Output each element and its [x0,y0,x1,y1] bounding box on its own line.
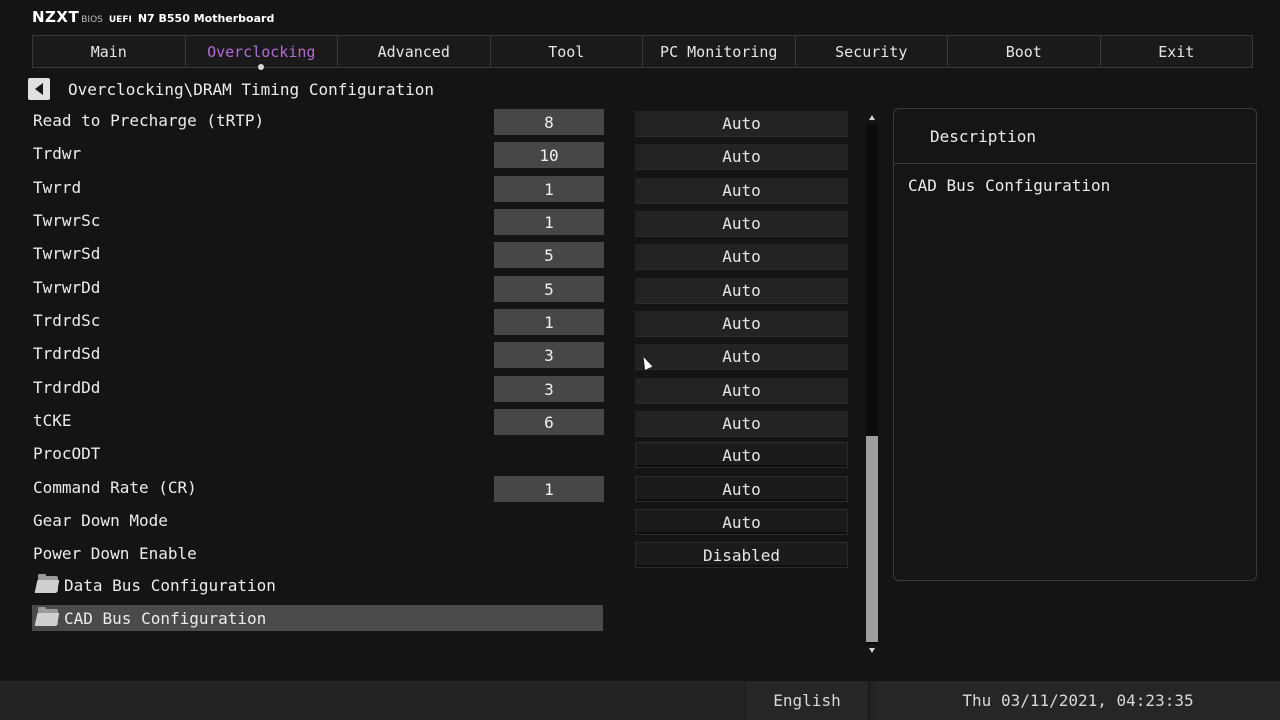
date-time: Thu 03/11/2021, 04:23:35 [876,681,1280,720]
setting-row[interactable]: TwrwrSc 1 Auto [32,209,852,237]
tab-security[interactable]: Security [796,36,948,67]
setting-row[interactable]: Gear Down Mode Auto [32,509,852,535]
brand: NZXT BIOS UEFI N7 B550 Motherboard [32,8,274,26]
setting-current-value: 5 [494,276,604,302]
setting-label: Command Rate (CR) [33,478,197,497]
setting-option[interactable]: Auto [635,278,848,304]
setting-label: Gear Down Mode [33,511,168,530]
setting-option[interactable]: Auto [635,442,848,468]
setting-option[interactable]: Auto [635,344,848,370]
setting-option[interactable]: Auto [635,509,848,535]
setting-option[interactable]: Auto [635,111,848,137]
language-selector[interactable]: English [745,681,870,720]
scroll-down-icon[interactable] [869,648,875,653]
setting-row[interactable]: TwrwrSd 5 Auto [32,242,852,270]
setting-option[interactable]: Auto [635,378,848,404]
left-arrow-icon [35,83,43,95]
nzxt-logo: NZXT [32,8,80,26]
setting-row[interactable]: TwrwrDd 5 Auto [32,276,852,304]
setting-current-value: 1 [494,309,604,335]
setting-label: Power Down Enable [33,544,197,563]
setting-option[interactable]: Auto [635,244,848,270]
setting-row[interactable]: Twrrd 1 Auto [32,176,852,204]
motherboard-model: N7 B550 Motherboard [137,12,275,25]
status-bar: English Thu 03/11/2021, 04:23:35 [0,681,1280,720]
breadcrumb-path: Overclocking\DRAM Timing Configuration [68,79,435,99]
description-panel: Description CAD Bus Configuration [893,108,1257,581]
setting-option[interactable]: Auto [635,411,848,437]
setting-row[interactable]: Read to Precharge (tRTP) 8 Auto [32,109,852,137]
setting-label: Trdwr [33,144,82,163]
setting-label: TrdrdDd [33,378,101,397]
setting-label: Twrrd [33,178,82,197]
setting-row[interactable]: Command Rate (CR) 1 Auto [32,476,852,502]
setting-label: TrdrdSd [33,344,101,363]
setting-current-value: 8 [494,109,604,135]
setting-label: TwrwrSc [33,211,101,230]
tab-exit[interactable]: Exit [1101,36,1253,67]
uefi-label: UEFI [108,15,132,25]
submenu-label: CAD Bus Configuration [64,608,267,628]
setting-current-value: 3 [494,376,604,402]
setting-option[interactable]: Auto [635,311,848,337]
tab-pc-monitoring[interactable]: PC Monitoring [643,36,796,67]
bios-label: BIOS [81,15,103,25]
setting-option[interactable]: Auto [635,178,848,204]
setting-label: TwrwrSd [33,244,101,263]
folder-icon [34,574,60,594]
tab-main[interactable]: Main [33,36,186,67]
setting-label: TwrwrDd [33,278,101,297]
tab-tool[interactable]: Tool [491,36,643,67]
scrollbar[interactable] [866,112,878,656]
setting-current-value: 1 [494,476,604,502]
submenu-cad-bus[interactable]: CAD Bus Configuration [32,605,603,631]
submenu-data-bus[interactable]: Data Bus Configuration [32,572,603,598]
submenu-label: Data Bus Configuration [64,575,276,595]
setting-row[interactable]: Trdwr 10 Auto [32,142,852,170]
breadcrumb: Overclocking\DRAM Timing Configuration [28,78,434,100]
setting-current-value: 5 [494,242,604,268]
setting-row[interactable]: Power Down Enable Disabled [32,542,852,568]
scroll-thumb[interactable] [866,436,878,642]
setting-label: TrdrdSc [33,311,101,330]
setting-row[interactable]: tCKE 6 Auto [32,409,852,437]
tab-advanced[interactable]: Advanced [338,36,491,67]
setting-row[interactable]: TrdrdSc 1 Auto [32,309,852,337]
setting-option[interactable]: Auto [635,476,848,502]
setting-label: tCKE [33,411,72,430]
setting-option[interactable]: Disabled [635,542,848,568]
setting-row[interactable]: ProcODT Auto [32,442,852,468]
scroll-up-icon[interactable] [869,115,875,120]
setting-current-value: 1 [494,176,604,202]
setting-option[interactable]: Auto [635,211,848,237]
setting-current-value: 10 [494,142,604,168]
setting-current-value: 3 [494,342,604,368]
setting-current-value: 1 [494,209,604,235]
setting-row[interactable]: TrdrdSd 3 Auto [32,342,852,370]
tab-overclocking[interactable]: Overclocking [186,36,338,70]
setting-label: Read to Precharge (tRTP) [33,111,265,130]
top-menu-tabs: Main Overclocking Advanced Tool PC Monit… [32,35,1253,70]
description-text: CAD Bus Configuration [908,176,1111,195]
tab-boot[interactable]: Boot [948,36,1101,67]
description-title: Description [894,109,1256,164]
setting-label: ProcODT [33,444,101,463]
setting-current-value: 6 [494,409,604,435]
folder-icon [34,607,60,627]
setting-option[interactable]: Auto [635,144,848,170]
setting-row[interactable]: TrdrdDd 3 Auto [32,376,852,404]
back-button[interactable] [28,78,50,100]
